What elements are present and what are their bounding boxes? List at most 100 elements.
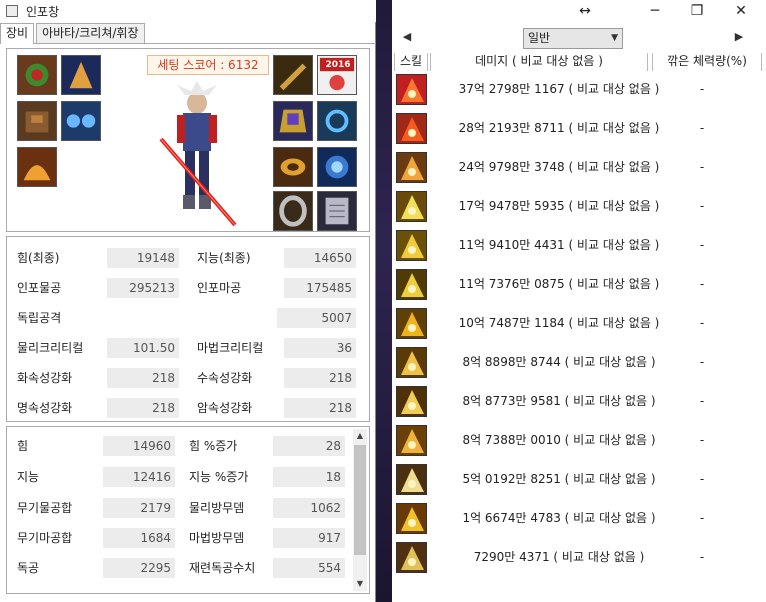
hp-reduced-value: - (699, 82, 705, 96)
stat-value: 101.50 (107, 338, 179, 358)
minimize-button[interactable]: ─ (638, 0, 672, 22)
damage-row[interactable]: 11억 9410만 4431 ( 비교 대상 없음 ) - (392, 228, 766, 267)
detail-stats-panel[interactable]: 힘 14960 힘 %증가 28 지능 12416 지능 %증가 18 무기물공… (6, 426, 370, 594)
title-bar[interactable]: 인포창 (0, 0, 376, 22)
damage-value: 11억 7376만 0875 ( 비교 대상 없음 ) (458, 277, 660, 291)
scroll-up-icon[interactable]: ▲ (353, 429, 367, 443)
equip-slot-necklace[interactable] (317, 101, 357, 141)
damage-row[interactable]: 24억 9798만 3748 ( 비교 대상 없음 ) - (392, 150, 766, 189)
equip-slot-title-2016[interactable]: 2016 (317, 55, 357, 95)
damage-value: 7290만 4371 ( 비교 대상 없음 ) (473, 550, 645, 564)
stat-label: 독공 (17, 561, 40, 575)
scrollbar-thumb[interactable] (354, 445, 366, 555)
damage-row[interactable]: 1억 6674만 4783 ( 비교 대상 없음 ) - (392, 501, 766, 540)
resize-icon[interactable]: ↔ (568, 0, 602, 22)
stat-value: 218 (284, 368, 356, 388)
damage-row[interactable]: 11억 7376만 0875 ( 비교 대상 없음 ) - (392, 267, 766, 306)
damage-row[interactable]: 8억 8898만 8744 ( 비교 대상 없음 ) - (392, 345, 766, 384)
stat-row: 무기마공합 1684 마법방무뎀 917 (7, 527, 369, 549)
mode-dropdown[interactable]: 일반 ▼ (523, 28, 623, 49)
skill-icon (396, 191, 427, 222)
damage-value: 8억 8773만 9581 ( 비교 대상 없음 ) (462, 394, 656, 408)
app-icon (6, 5, 18, 17)
scrollbar[interactable]: ▲ ▼ (353, 429, 367, 591)
col-damage: 데미지 ( 비교 대상 없음 ) (430, 53, 648, 71)
hp-reduced-value: - (699, 160, 705, 174)
stat-label: 재련독공수치 (189, 561, 256, 575)
damage-row[interactable]: 5억 0192만 8251 ( 비교 대상 없음 ) - (392, 462, 766, 501)
stat-label: 무기마공합 (17, 531, 73, 545)
damage-value: 37억 2798만 1167 ( 비교 대상 없음 ) (458, 82, 660, 96)
skill-icon (396, 542, 427, 573)
damage-value: 8억 8898만 8744 ( 비교 대상 없음 ) (462, 355, 656, 369)
equip-slot-title[interactable] (61, 55, 101, 95)
hp-reduced-value: - (699, 472, 705, 486)
skill-icon (396, 308, 427, 339)
scroll-down-icon[interactable]: ▼ (353, 577, 367, 591)
tab-avatar-creature-emblem[interactable]: 아바타/크리쳐/휘장 (36, 23, 145, 43)
stat-value: 2295 (103, 558, 175, 578)
close-button[interactable]: ✕ (724, 0, 758, 22)
stat-row: 힘 14960 힘 %증가 28 (7, 435, 369, 457)
equip-slot-weapon[interactable] (273, 55, 313, 95)
background-game-strip (376, 0, 392, 602)
chevron-down-icon: ▼ (611, 33, 618, 43)
column-header: 스킬 데미지 ( 비교 대상 없음 ) 깎은 체력량(%) (392, 53, 766, 71)
equip-slot-magic-stone[interactable] (317, 191, 357, 231)
hp-reduced-value: - (699, 121, 705, 135)
damage-value: 28억 2193만 8711 ( 비교 대상 없음 ) (458, 121, 660, 135)
stat-label: 물리방무뎀 (189, 501, 245, 515)
maximize-button[interactable]: ❐ (680, 0, 714, 22)
mode-value: 일반 (528, 31, 551, 45)
prev-arrow-icon[interactable]: ◀ (398, 28, 416, 46)
right-title-bar[interactable]: ↔ ─ ❐ ✕ (392, 0, 766, 22)
equip-slot-top[interactable] (61, 101, 101, 141)
skill-icon (396, 269, 427, 300)
damage-row[interactable]: 7290만 4371 ( 비교 대상 없음 ) - (392, 540, 766, 579)
damage-row[interactable]: 8억 8773만 9581 ( 비교 대상 없음 ) - (392, 384, 766, 423)
stat-label: 화속성강화 (17, 371, 73, 385)
stat-label: 인포마공 (197, 281, 242, 295)
stat-label: 암속성강화 (197, 401, 253, 415)
skill-icon (396, 386, 427, 417)
equip-slot-belt[interactable] (17, 147, 57, 187)
stat-label: 인포물공 (17, 281, 62, 295)
hp-reduced-value: - (699, 199, 705, 213)
next-arrow-icon[interactable]: ▶ (730, 28, 748, 46)
damage-row[interactable]: 37억 2798만 1167 ( 비교 대상 없음 ) - (392, 72, 766, 111)
damage-row[interactable]: 17억 9478만 5935 ( 비교 대상 없음 ) - (392, 189, 766, 228)
col-skill: 스킬 (394, 53, 428, 71)
damage-value: 10억 7487만 1184 ( 비교 대상 없음 ) (458, 316, 660, 330)
stat-row: 인포물공 295213 인포마공 175485 (7, 277, 371, 299)
equip-slot-weapon-left[interactable] (17, 55, 57, 95)
tab-equipment[interactable]: 장비 (0, 23, 35, 44)
stat-row: 무기물공합 2179 물리방무뎀 1062 (7, 497, 369, 519)
stat-row: 명속성강화 218 암속성강화 218 (7, 397, 371, 419)
damage-row[interactable]: 10억 7487만 1184 ( 비교 대상 없음 ) - (392, 306, 766, 345)
hp-reduced-value: - (699, 316, 705, 330)
stat-value: 36 (284, 338, 356, 358)
equip-slot-support[interactable] (317, 147, 357, 187)
stat-row: 힘(최종) 19148 지능(최종) 14650 (7, 247, 371, 269)
hp-reduced-value: - (699, 550, 705, 564)
stat-label: 힘 (17, 439, 29, 453)
damage-value: 24억 9798만 3748 ( 비교 대상 없음 ) (458, 160, 660, 174)
setting-score: 세팅 스코어 : 6132 (147, 55, 269, 75)
damage-window: ↔ ─ ❐ ✕ ◀ 일반 ▼ ▶ 스킬 데미지 ( 비교 대상 없음 ) 깎은 … (392, 0, 766, 602)
stat-value: 14650 (284, 248, 356, 268)
damage-value: 1억 6674만 4783 ( 비교 대상 없음 ) (462, 511, 656, 525)
stat-value: 18 (273, 467, 345, 487)
equip-slot-earring[interactable] (273, 191, 313, 231)
stat-row: 독공 2295 재련독공수치 554 (7, 557, 369, 579)
stat-value: 917 (273, 528, 345, 548)
damage-row[interactable]: 8억 7388만 0010 ( 비교 대상 없음 ) - (392, 423, 766, 462)
stat-value: 218 (107, 398, 179, 418)
stat-row: 독립공격 5007 (7, 307, 371, 329)
stat-label: 지능 %증가 (189, 470, 249, 484)
tab-bar: 장비 아바타/크리쳐/휘장 (0, 23, 376, 44)
equip-slot-shoulder[interactable] (17, 101, 57, 141)
equip-slot-ring[interactable] (273, 147, 313, 187)
equip-slot-bracelet[interactable] (273, 101, 313, 141)
damage-row[interactable]: 28억 2193만 8711 ( 비교 대상 없음 ) - (392, 111, 766, 150)
stat-label: 지능 (17, 470, 40, 484)
